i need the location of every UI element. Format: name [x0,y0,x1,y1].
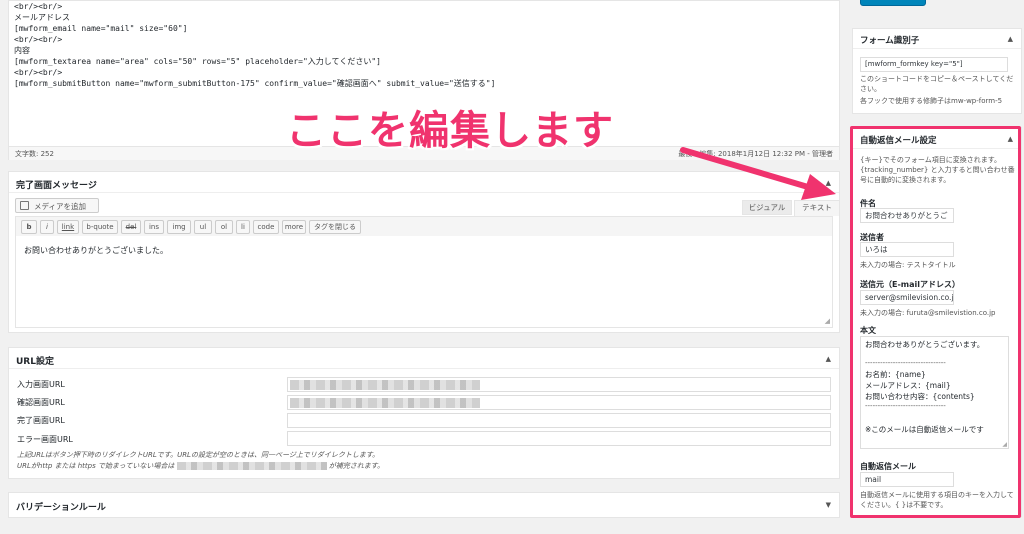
arrow-icon [680,147,836,200]
